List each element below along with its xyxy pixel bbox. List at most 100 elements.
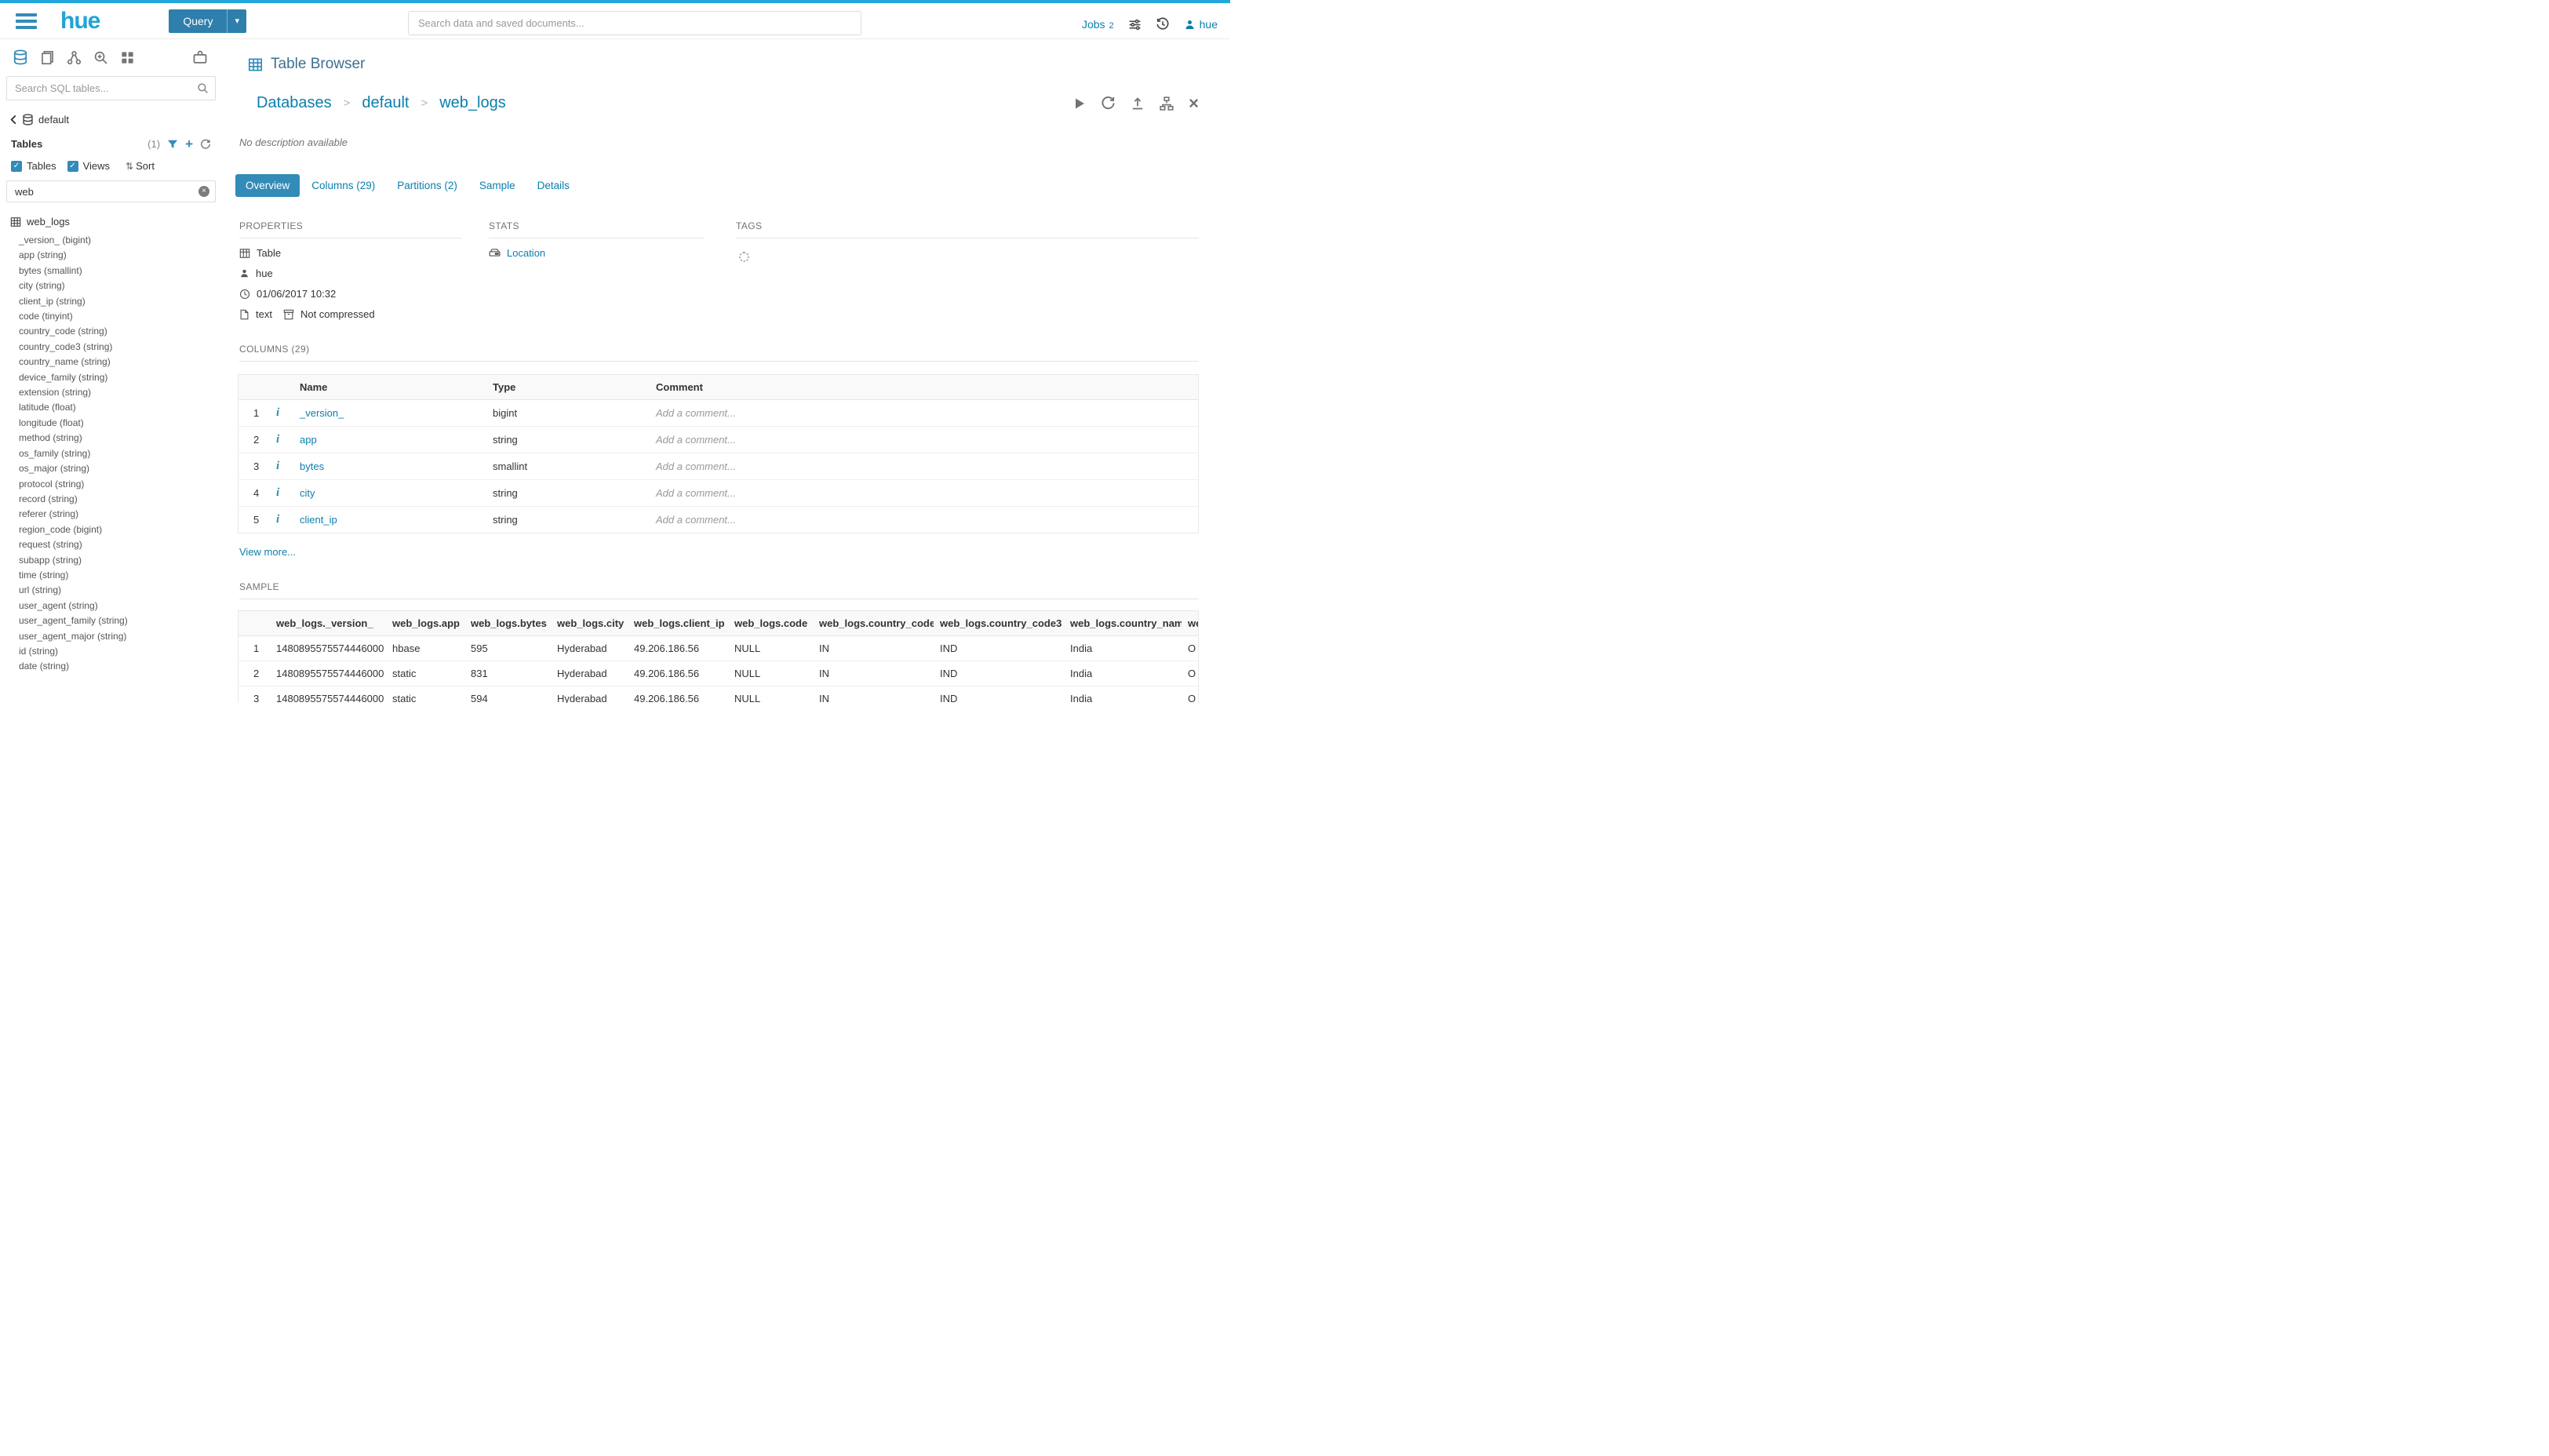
sliders-icon[interactable] (1128, 18, 1142, 31)
tree-column-item[interactable]: method (string) (10, 431, 216, 446)
breadcrumb-table[interactable]: web_logs (439, 94, 506, 112)
tab-sample[interactable]: Sample (469, 174, 526, 197)
tree-column-item[interactable]: subapp (string) (10, 553, 216, 568)
jobs-link[interactable]: Jobs 2 (1082, 18, 1114, 31)
tree-column-item[interactable]: time (string) (10, 568, 216, 583)
query-dropdown-caret[interactable]: ▾ (227, 9, 246, 33)
tree-column-item[interactable]: client_ip (string) (10, 294, 216, 309)
tree-column-item[interactable]: region_code (bigint) (10, 522, 216, 537)
lineage-sitemap-icon[interactable] (1160, 96, 1174, 111)
close-icon[interactable]: × (1189, 97, 1199, 110)
zoom-search-icon[interactable] (93, 50, 108, 65)
column-comment-cell[interactable]: Add a comment... (650, 507, 1198, 533)
filter-funnel-icon[interactable] (167, 139, 178, 150)
column-name-link[interactable]: bytes (300, 460, 324, 472)
hamburger-menu-icon[interactable] (16, 10, 37, 32)
sample-header-row: web_logs._version_web_logs.appweb_logs.b… (239, 611, 1199, 636)
search-icon[interactable] (197, 82, 209, 94)
sql-db-icon[interactable] (13, 49, 28, 65)
add-icon[interactable]: + (185, 140, 193, 149)
breadcrumb-database[interactable]: default (362, 94, 409, 112)
table-description[interactable]: No description available (222, 112, 1230, 148)
tree-column-item[interactable]: user_agent (string) (10, 599, 216, 613)
views-checkbox[interactable]: ✓ (67, 161, 78, 172)
tree-column-item[interactable]: referer (string) (10, 507, 216, 522)
column-name-link[interactable]: app (300, 434, 317, 446)
refresh-icon[interactable] (200, 139, 211, 150)
views-checkbox-label[interactable]: Views (83, 160, 110, 172)
sort-toggle[interactable]: ⇅ Sort (126, 160, 155, 172)
tree-column-item[interactable]: os_major (string) (10, 461, 216, 476)
location-link[interactable]: Location (507, 247, 545, 259)
info-icon[interactable]: i (276, 513, 279, 526)
refresh-table-icon[interactable] (1101, 96, 1116, 111)
query-button-group: Query ▾ (169, 9, 246, 33)
query-button[interactable]: Query (169, 9, 227, 33)
breadcrumb-databases[interactable]: Databases (257, 94, 332, 112)
columns-table-row: 4icitystringAdd a comment... (239, 480, 1198, 507)
column-name-link[interactable]: city (300, 487, 315, 499)
tables-checkbox-label[interactable]: Tables (27, 160, 56, 172)
tree-column-item[interactable]: country_code3 (string) (10, 340, 216, 355)
user-menu[interactable]: hue (1184, 18, 1218, 31)
tree-column-item[interactable]: device_family (string) (10, 370, 216, 385)
global-search-input[interactable] (408, 11, 861, 35)
tree-column-item[interactable]: longitude (float) (10, 416, 216, 431)
sort-label: Sort (136, 160, 155, 172)
view-more-link[interactable]: View more... (239, 546, 296, 558)
column-comment-cell[interactable]: Add a comment... (650, 480, 1198, 507)
tab-overview[interactable]: Overview (235, 174, 300, 197)
column-name-link[interactable]: client_ip (300, 514, 337, 526)
tree-column-item[interactable]: record (string) (10, 492, 216, 507)
tree-column-item[interactable]: country_code (string) (10, 324, 216, 339)
upload-icon[interactable] (1131, 96, 1145, 111)
sql-tables-search-input[interactable] (6, 76, 216, 100)
tree-column-item[interactable]: extension (string) (10, 385, 216, 400)
property-format-value: text (256, 308, 272, 320)
tree-column-item[interactable]: user_agent_family (string) (10, 613, 216, 628)
tree-column-item[interactable]: request (string) (10, 537, 216, 552)
cluster-icon[interactable] (67, 50, 82, 65)
info-icon[interactable]: i (276, 406, 279, 419)
column-comment-cell[interactable]: Add a comment... (650, 400, 1198, 427)
tree-column-item[interactable]: country_name (string) (10, 355, 216, 369)
tab-details[interactable]: Details (527, 174, 580, 197)
column-name-link[interactable]: _version_ (300, 407, 344, 419)
info-icon[interactable]: i (276, 460, 279, 472)
sample-cell: NULL (728, 686, 813, 704)
tree-column-item[interactable]: _version_ (bigint) (10, 233, 216, 248)
columns-table-header-row: Name Type Comment (239, 375, 1198, 400)
sample-cell: Hyderabad (551, 686, 628, 704)
tree-column-item[interactable]: url (string) (10, 583, 216, 598)
briefcase-icon[interactable] (192, 49, 208, 65)
tree-table-item[interactable]: web_logs (10, 216, 216, 228)
hue-logo[interactable]: hue (60, 9, 100, 33)
tree-column-item[interactable]: code (tinyint) (10, 309, 216, 324)
tree-column-item[interactable]: city (string) (10, 278, 216, 293)
query-play-icon[interactable] (1073, 97, 1086, 110)
clear-filter-icon[interactable]: × (198, 186, 209, 197)
table-filter-input[interactable] (6, 180, 216, 202)
apps-grid-icon[interactable] (120, 50, 135, 65)
column-comment-cell[interactable]: Add a comment... (650, 427, 1198, 453)
tab-partitions-2[interactable]: Partitions (2) (387, 174, 468, 197)
tree-column-item[interactable]: date (string) (10, 659, 216, 674)
column-comment-cell[interactable]: Add a comment... (650, 453, 1198, 480)
property-compression-value: Not compressed (300, 308, 375, 320)
info-icon[interactable]: i (276, 433, 279, 446)
tab-columns-29[interactable]: Columns (29) (301, 174, 385, 197)
tree-column-item[interactable]: os_family (string) (10, 446, 216, 461)
tree-column-item[interactable]: protocol (string) (10, 477, 216, 492)
documents-icon[interactable] (40, 50, 55, 65)
history-icon[interactable] (1156, 17, 1170, 31)
tree-column-item[interactable]: user_agent_major (string) (10, 629, 216, 644)
tree-column-item[interactable]: id (string) (10, 644, 216, 659)
tree-column-item[interactable]: latitude (float) (10, 400, 216, 415)
info-icon[interactable]: i (276, 486, 279, 499)
database-context: default (0, 100, 222, 126)
current-database-label[interactable]: default (38, 114, 69, 126)
tree-column-item[interactable]: bytes (smallint) (10, 264, 216, 278)
tree-column-item[interactable]: app (string) (10, 248, 216, 263)
tables-checkbox[interactable]: ✓ (11, 161, 22, 172)
back-chevron-icon[interactable] (9, 115, 17, 125)
